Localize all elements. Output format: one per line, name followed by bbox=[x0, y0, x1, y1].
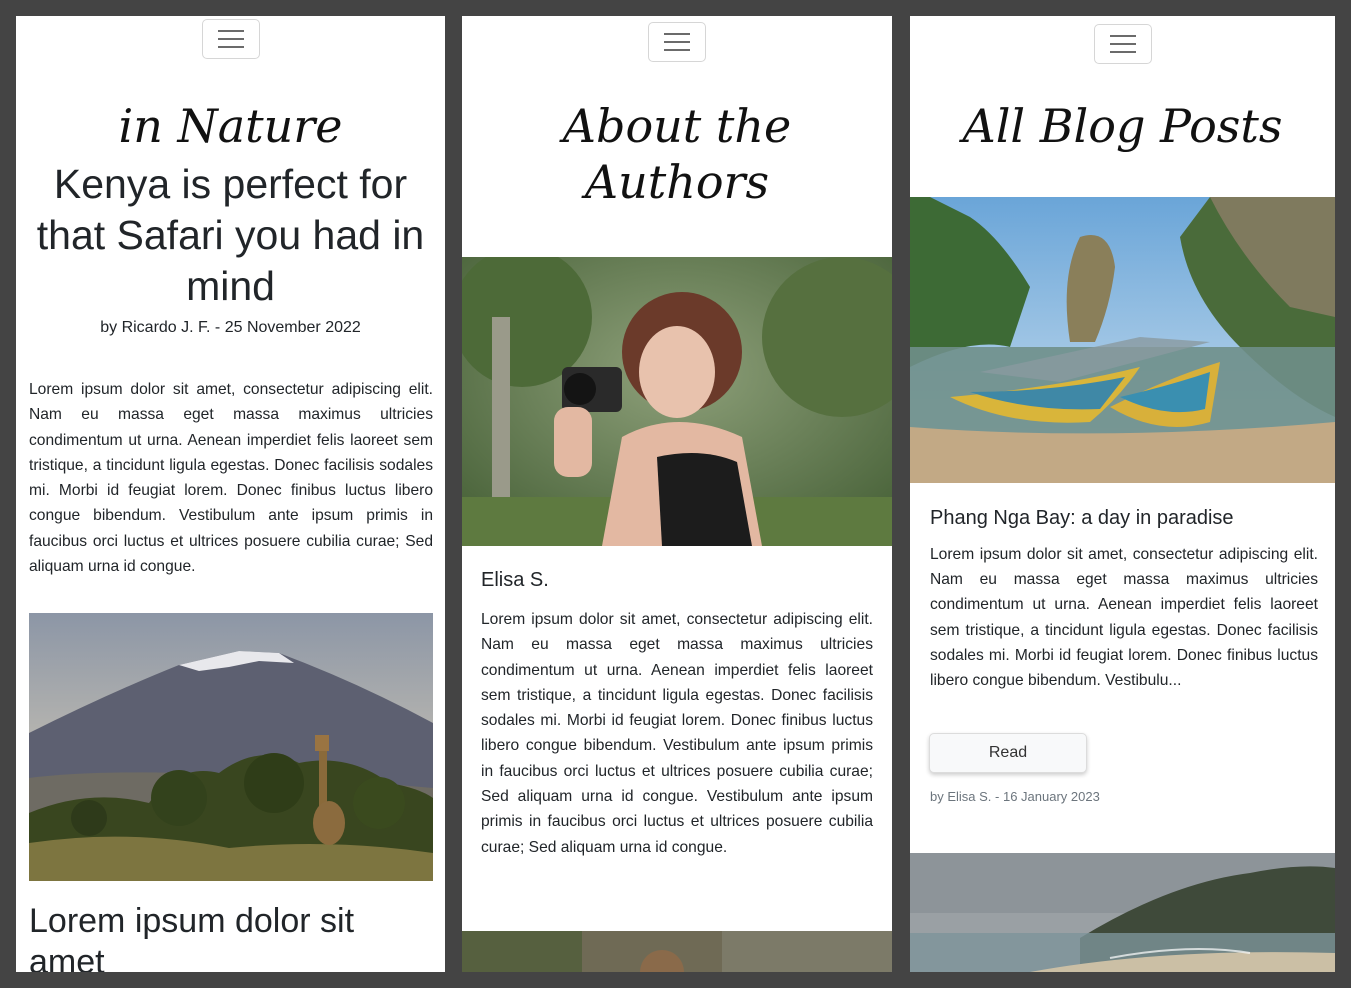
post-meta: by Elisa S. - 16 January 2023 bbox=[930, 789, 1100, 804]
beach-coast-illustration bbox=[910, 853, 1335, 972]
author-photo bbox=[462, 257, 892, 546]
section-script-title: About the Authors bbox=[562, 99, 792, 209]
author-photo-next bbox=[462, 931, 892, 972]
article-body: Lorem ipsum dolor sit amet, consectetur … bbox=[29, 381, 433, 576]
author-photo-illustration bbox=[462, 257, 892, 546]
hamburger-menu-icon-bar bbox=[664, 49, 690, 51]
blog-list-panel: All Blog Posts Phang Nga Bay: a day in p… bbox=[910, 16, 1335, 972]
phang-nga-bay-illustration bbox=[910, 197, 1335, 483]
navbar-toggle-button[interactable] bbox=[648, 22, 706, 62]
hamburger-menu-icon bbox=[664, 33, 690, 35]
kilimanjaro-giraffe-illustration bbox=[29, 613, 433, 881]
article-headline: Kenya is perfect for that Safari you had… bbox=[36, 161, 425, 309]
section-script-title: in Nature bbox=[118, 99, 343, 153]
navbar-toggle-button[interactable] bbox=[201, 19, 260, 59]
author-bio: Lorem ipsum dolor sit amet, consectetur … bbox=[481, 611, 873, 856]
hamburger-menu-icon-bar bbox=[217, 46, 244, 48]
beach-coast-image[interactable] bbox=[910, 853, 1335, 972]
authors-panel: About the Authors Elisa S. Lorem ipsum d… bbox=[462, 16, 892, 972]
author-name: Elisa S. bbox=[481, 569, 549, 591]
section-script-title: All Blog Posts bbox=[962, 99, 1283, 153]
hamburger-menu-icon-bar bbox=[1109, 51, 1136, 53]
hamburger-menu-icon bbox=[217, 30, 244, 32]
article-panel: in Nature Kenya is perfect for that Safa… bbox=[16, 16, 445, 972]
read-post-button[interactable]: Read bbox=[929, 733, 1087, 773]
hamburger-menu-icon-bar bbox=[217, 38, 244, 40]
phang-nga-bay-image[interactable] bbox=[910, 197, 1335, 483]
hamburger-menu-icon bbox=[1109, 35, 1136, 37]
article-subheading: Lorem ipsum dolor sit amet bbox=[29, 902, 355, 972]
author-photo-next-illustration bbox=[462, 931, 892, 972]
article-byline: by Ricardo J. F. - 25 November 2022 bbox=[100, 319, 361, 336]
kilimanjaro-giraffe-image bbox=[29, 613, 433, 881]
post-excerpt: Lorem ipsum dolor sit amet, consectetur … bbox=[930, 546, 1318, 690]
hamburger-menu-icon-bar bbox=[664, 41, 690, 43]
navbar-toggle-button[interactable] bbox=[1093, 24, 1152, 64]
post-title[interactable]: Phang Nga Bay: a day in paradise bbox=[930, 507, 1234, 530]
hamburger-menu-icon-bar bbox=[1109, 43, 1136, 45]
